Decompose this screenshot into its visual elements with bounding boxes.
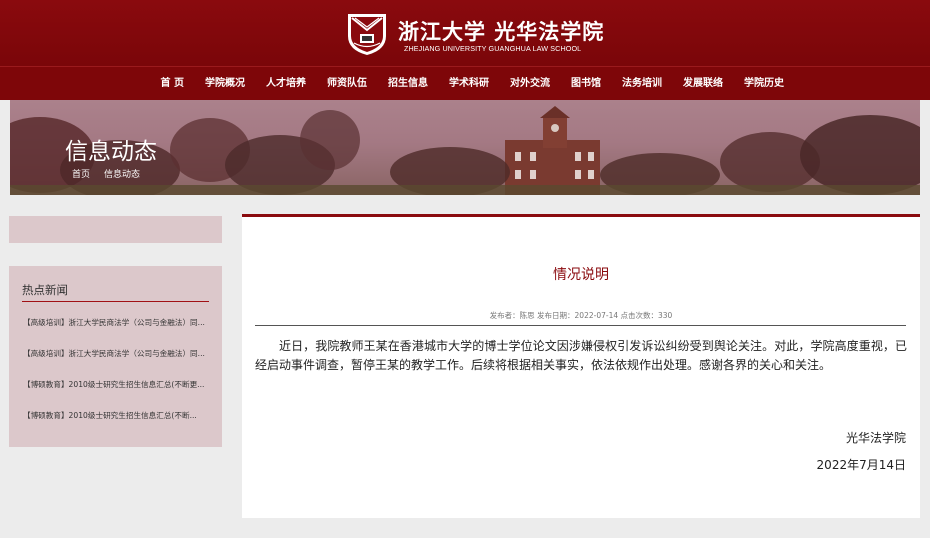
article-divider	[255, 325, 906, 326]
nav-item-2[interactable]: 人才培养	[255, 67, 316, 101]
nav-item-3[interactable]: 师资队伍	[316, 67, 377, 101]
article-date: 2022年7月14日	[816, 458, 906, 472]
hot-news-item[interactable]: 【高级培训】浙江大学民商法学（公司与金融法）同...	[23, 316, 205, 347]
site-logo[interactable]: 浙江大学 光华法学院 ZHEJIANG UNIVERSITY GUANGHUA …	[346, 10, 603, 60]
breadcrumb-home[interactable]: 首页	[72, 167, 90, 180]
banner-title: 信息动态	[65, 139, 157, 165]
hot-news-list: 【高级培训】浙江大学民商法学（公司与金融法）同... 【高级培训】浙江大学民商法…	[23, 316, 205, 440]
breadcrumb-current[interactable]: 信息动态	[104, 167, 140, 180]
main-nav: 首 页学院概况 人才培养 师资队伍 招生信息 学术科研 对外交流 图书馆 法务培训 发展联络 学院…	[0, 66, 930, 100]
logo-english-name: ZHEJIANG UNIVERSITY GUANGHUA LAW SCHOOL	[404, 44, 582, 53]
hot-news-divider	[22, 301, 209, 302]
article-panel: 情况说明 发布者：陈思 发布日期：2022-07-14 点击次数：330 近日，…	[242, 214, 920, 518]
hot-news-title: 热点新闻	[22, 283, 68, 297]
hot-news-panel: 热点新闻 【高级培训】浙江大学民商法学（公司与金融法）同... 【高级培训】浙江…	[9, 266, 222, 447]
nav-item-4[interactable]: 招生信息	[377, 67, 438, 101]
nav-item-6[interactable]: 对外交流	[499, 67, 560, 101]
nav-item-9[interactable]: 发展联络	[672, 67, 733, 101]
nav-items: 首 页学院概况 人才培养 师资队伍 招生信息 学术科研 对外交流 图书馆 法务培训 发展联络 学院…	[150, 67, 794, 101]
nav-item-1[interactable]: 学院概况	[194, 67, 255, 101]
university-seal-icon	[348, 14, 386, 55]
sidebar-top-box	[9, 216, 222, 243]
nav-item-5[interactable]: 学术科研	[438, 67, 499, 101]
article-signature: 光华法学院	[845, 431, 906, 445]
nav-item-10[interactable]: 学院历史	[733, 67, 794, 101]
nav-item-7[interactable]: 图书馆	[560, 67, 611, 101]
nav-item-8[interactable]: 法务培训	[611, 67, 672, 101]
article-body: 近日，我院教师王某在香港城市大学的博士学位论文因涉嫌侵权引发诉讼纠纷受到舆论关注…	[255, 339, 907, 372]
page-banner: 信息动态 首页 信息动态	[10, 100, 920, 195]
hot-news-item[interactable]: 【博硕教育】2010级士研究生招生信息汇总(不断...	[23, 409, 205, 440]
logo-chinese-name: 浙江大学 光华法学院	[398, 19, 605, 44]
site-header: 浙江大学 光华法学院 ZHEJIANG UNIVERSITY GUANGHUA …	[0, 0, 930, 66]
nav-item-0[interactable]: 首 页	[150, 67, 194, 101]
breadcrumb: 首页 信息动态	[72, 167, 154, 180]
hot-news-item[interactable]: 【高级培训】浙江大学民商法学（公司与金融法）同...	[23, 347, 205, 378]
article-meta: 发布者：陈思 发布日期：2022-07-14 点击次数：330	[489, 311, 673, 320]
hot-news-item[interactable]: 【博硕教育】2010级士研究生招生信息汇总(不断更...	[23, 378, 205, 409]
article-title: 情况说明	[553, 267, 609, 283]
